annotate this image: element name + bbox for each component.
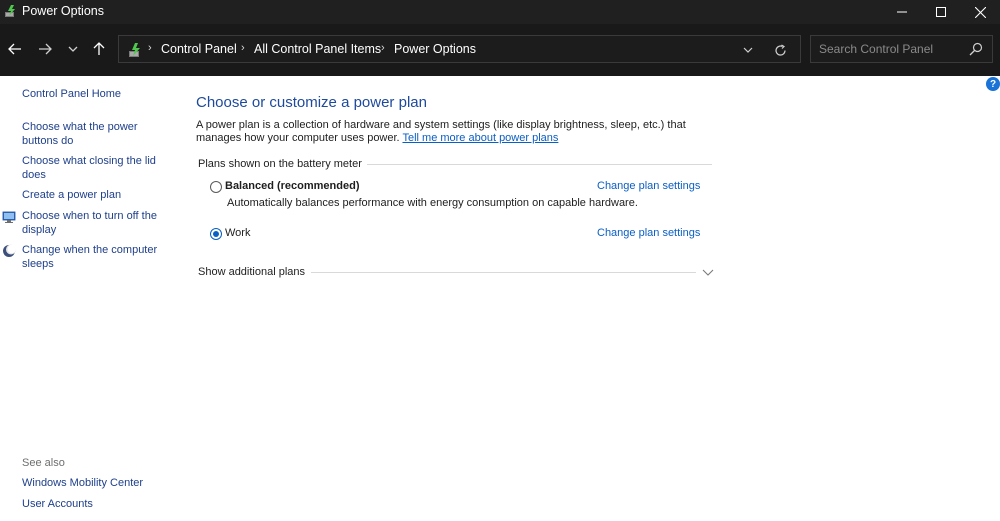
sleep-icon: [2, 244, 16, 258]
help-button[interactable]: ?: [986, 77, 1000, 91]
see-also-heading: See also: [22, 457, 65, 469]
close-button[interactable]: [960, 0, 1000, 24]
sidebar-item-turn-off-display[interactable]: Choose when to turn off the display: [22, 210, 172, 237]
show-additional-plans[interactable]: Show additional plans: [198, 266, 312, 278]
breadcrumb-power-options[interactable]: Power Options: [394, 42, 476, 56]
chevron-right-icon: ›: [148, 42, 152, 54]
search-box[interactable]: [810, 35, 993, 63]
address-bar[interactable]: › Control Panel › All Control Panel Item…: [118, 35, 801, 63]
arrow-left-icon: [8, 43, 21, 55]
sidebar-item-power-buttons[interactable]: Choose what the power buttons do: [22, 121, 172, 148]
forward-button[interactable]: [34, 38, 56, 60]
navigation-bar: › Control Panel › All Control Panel Item…: [0, 24, 1000, 76]
chevron-down-icon: [743, 47, 753, 53]
left-pane: Control Panel Home Choose what the power…: [0, 76, 180, 521]
back-button[interactable]: [4, 38, 26, 60]
refresh-icon: [774, 43, 786, 56]
plan-work-settings-link[interactable]: Change plan settings: [597, 227, 700, 239]
main-content: Choose or customize a power plan A power…: [196, 76, 986, 521]
recent-locations-button[interactable]: [62, 38, 84, 60]
page-title: Choose or customize a power plan: [196, 94, 427, 111]
plan-balanced-name[interactable]: Balanced (recommended): [225, 180, 359, 192]
chevron-right-icon: ›: [241, 42, 245, 54]
plan-balanced-radio[interactable]: [210, 181, 222, 193]
display-icon: [2, 210, 16, 224]
plan-balanced-description: Automatically balances performance with …: [227, 197, 638, 209]
power-options-icon: [127, 42, 143, 58]
arrow-right-icon: [39, 43, 52, 55]
power-options-icon: [4, 4, 18, 18]
plans-group-label: Plans shown on the battery meter: [198, 158, 367, 170]
arrow-up-icon: [93, 42, 105, 55]
see-also-mobility-center[interactable]: Windows Mobility Center: [22, 477, 172, 491]
plan-balanced-settings-link[interactable]: Change plan settings: [597, 180, 700, 192]
see-also-user-accounts[interactable]: User Accounts: [22, 498, 172, 512]
chevron-down-icon[interactable]: [702, 266, 714, 278]
search-input[interactable]: [819, 40, 967, 58]
tell-me-more-link[interactable]: Tell me more about power plans: [402, 132, 558, 144]
minimize-button[interactable]: [882, 0, 922, 24]
sidebar-item-closing-lid[interactable]: Choose what closing the lid does: [22, 155, 172, 182]
window-title: Power Options: [22, 4, 104, 18]
sidebar-item-computer-sleeps[interactable]: Change when the computer sleeps: [22, 244, 172, 271]
refresh-button[interactable]: [771, 41, 789, 59]
maximize-button[interactable]: [921, 0, 961, 24]
search-icon[interactable]: [969, 42, 983, 56]
plan-work-radio[interactable]: [210, 228, 222, 240]
intro-text: A power plan is a collection of hardware…: [196, 119, 726, 145]
chevron-down-icon: [68, 46, 78, 52]
breadcrumb-all-items[interactable]: All Control Panel Items: [254, 42, 381, 56]
sidebar-item-create-plan[interactable]: Create a power plan: [22, 189, 172, 203]
up-button[interactable]: [88, 38, 110, 60]
title-bar: Power Options: [0, 0, 1000, 24]
plan-work-name[interactable]: Work: [225, 227, 250, 239]
address-dropdown-button[interactable]: [739, 42, 757, 58]
control-panel-home-link[interactable]: Control Panel Home: [22, 88, 172, 102]
chevron-right-icon: ›: [381, 42, 385, 54]
breadcrumb-control-panel[interactable]: Control Panel: [161, 42, 237, 56]
